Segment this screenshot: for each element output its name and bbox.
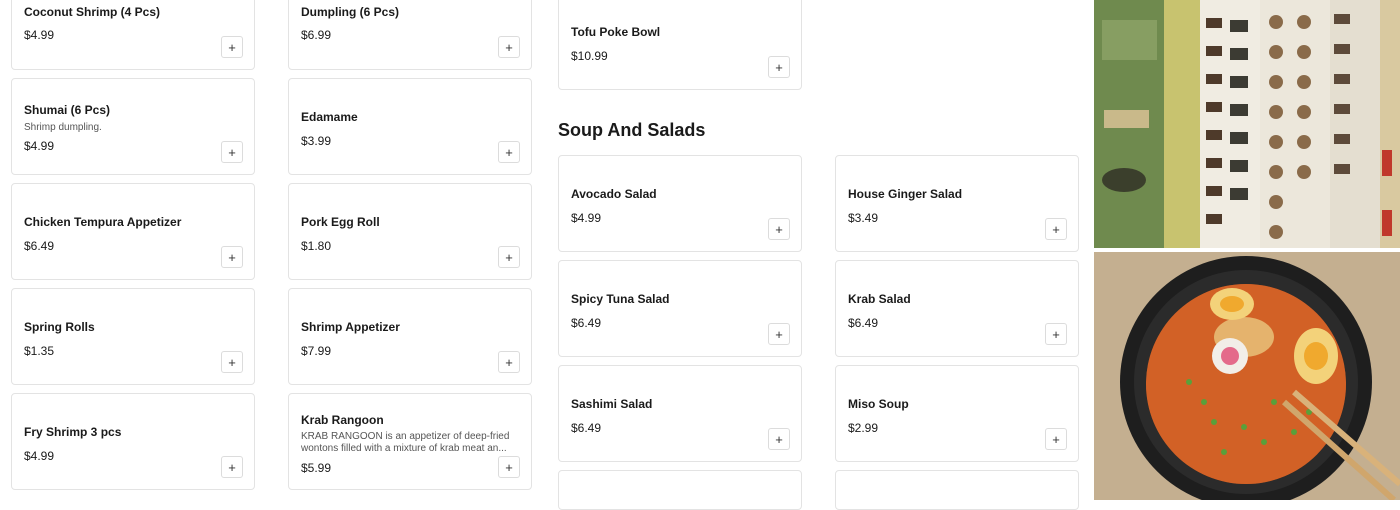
add-item-button[interactable]: + bbox=[498, 351, 520, 373]
item-name: Shumai (6 Pcs) bbox=[24, 103, 111, 117]
item-price: $6.49 bbox=[848, 316, 879, 330]
item-price: $3.99 bbox=[301, 134, 332, 148]
menu-item-shumai[interactable]: Shumai (6 Pcs) Shrimp dumpling. $4.99 + bbox=[11, 78, 255, 175]
item-name: Krab Salad bbox=[848, 292, 911, 306]
menu-item-avocado-salad[interactable]: Avocado Salad $4.99 + bbox=[558, 155, 802, 252]
add-item-button[interactable]: + bbox=[498, 141, 520, 163]
add-item-button[interactable]: + bbox=[221, 36, 243, 58]
menu-item-house-ginger-salad[interactable]: House Ginger Salad $3.49 + bbox=[835, 155, 1079, 252]
menu-item-spring-rolls[interactable]: Spring Rolls $1.35 + bbox=[11, 288, 255, 385]
item-name: Spicy Tuna Salad bbox=[571, 292, 670, 306]
add-item-button[interactable]: + bbox=[498, 246, 520, 268]
add-item-button[interactable]: + bbox=[768, 323, 790, 345]
menu-item-partial[interactable] bbox=[558, 470, 802, 510]
menu-item-spicy-tuna-salad[interactable]: Spicy Tuna Salad $6.49 + bbox=[558, 260, 802, 357]
item-price: $1.35 bbox=[24, 344, 55, 358]
add-item-button[interactable]: + bbox=[1045, 218, 1067, 240]
add-item-button[interactable]: + bbox=[498, 36, 520, 58]
item-description: KRAB RANGOON is an appetizer of deep-fri… bbox=[301, 431, 510, 454]
item-price: $7.99 bbox=[301, 344, 332, 358]
add-item-button[interactable]: + bbox=[221, 351, 243, 373]
item-price: $1.80 bbox=[301, 239, 332, 253]
item-price: $10.99 bbox=[571, 49, 608, 63]
add-item-button[interactable]: + bbox=[221, 456, 243, 478]
item-price: $5.99 bbox=[301, 461, 332, 475]
item-name: Tofu Poke Bowl bbox=[571, 25, 661, 39]
add-item-button[interactable]: + bbox=[768, 428, 790, 450]
item-price: $6.49 bbox=[571, 421, 602, 435]
item-name: Dumpling (6 Pcs) bbox=[301, 5, 400, 19]
menu-item-krab-rangoon[interactable]: Krab Rangoon KRAB RANGOON is an appetize… bbox=[288, 393, 532, 490]
item-name: Fry Shrimp 3 pcs bbox=[24, 425, 122, 439]
item-name: House Ginger Salad bbox=[848, 187, 963, 201]
menu-item-edamame[interactable]: Edamame $3.99 + bbox=[288, 78, 532, 175]
add-item-button[interactable]: + bbox=[1045, 323, 1067, 345]
item-name: Pork Egg Roll bbox=[301, 215, 380, 229]
item-name: Coconut Shrimp (4 Pcs) bbox=[24, 5, 161, 19]
menu-photo-image bbox=[1094, 0, 1400, 248]
menu-item-krab-salad[interactable]: Krab Salad $6.49 + bbox=[835, 260, 1079, 357]
item-price: $6.99 bbox=[301, 28, 332, 42]
item-name: Chicken Tempura Appetizer bbox=[24, 215, 182, 229]
add-item-button[interactable]: + bbox=[1045, 428, 1067, 450]
item-name: Avocado Salad bbox=[571, 187, 657, 201]
add-item-button[interactable]: + bbox=[498, 456, 520, 478]
item-price: $6.49 bbox=[571, 316, 602, 330]
menu-item-coconut-shrimp[interactable]: Coconut Shrimp (4 Pcs) $4.99 + bbox=[11, 0, 255, 70]
menu-item-miso-soup[interactable]: Miso Soup $2.99 + bbox=[835, 365, 1079, 462]
add-item-button[interactable]: + bbox=[768, 218, 790, 240]
item-description: Shrimp dumpling. bbox=[24, 122, 102, 133]
item-name: Miso Soup bbox=[848, 397, 909, 411]
menu-item-fry-shrimp[interactable]: Fry Shrimp 3 pcs $4.99 + bbox=[11, 393, 255, 490]
item-price: $6.49 bbox=[24, 239, 55, 253]
add-item-button[interactable]: + bbox=[221, 246, 243, 268]
menu-item-tofu-poke-bowl[interactable]: Tofu Poke Bowl $10.99 + bbox=[558, 0, 802, 90]
item-name: Spring Rolls bbox=[24, 320, 95, 334]
menu-item-shrimp-appetizer[interactable]: Shrimp Appetizer $7.99 + bbox=[288, 288, 532, 385]
section-title-soup-and-salads: Soup And Salads bbox=[558, 120, 706, 140]
item-name: Shrimp Appetizer bbox=[301, 320, 400, 334]
menu-item-partial[interactable] bbox=[835, 470, 1079, 510]
item-price: $2.99 bbox=[848, 421, 879, 435]
item-price: $3.49 bbox=[848, 211, 879, 225]
ramen-photo-image bbox=[1094, 252, 1400, 500]
menu-item-dumpling[interactable]: Dumpling (6 Pcs) $6.99 + bbox=[288, 0, 532, 70]
item-price: $4.99 bbox=[24, 28, 55, 42]
item-price: $4.99 bbox=[571, 211, 602, 225]
menu-item-sashimi-salad[interactable]: Sashimi Salad $6.49 + bbox=[558, 365, 802, 462]
ramen-photo[interactable] bbox=[1094, 252, 1400, 500]
menu-photo[interactable] bbox=[1094, 0, 1400, 248]
add-item-button[interactable]: + bbox=[768, 56, 790, 78]
item-price: $4.99 bbox=[24, 449, 55, 463]
add-item-button[interactable]: + bbox=[221, 141, 243, 163]
menu-item-pork-egg-roll[interactable]: Pork Egg Roll $1.80 + bbox=[288, 183, 532, 280]
menu-item-chicken-tempura[interactable]: Chicken Tempura Appetizer $6.49 + bbox=[11, 183, 255, 280]
item-name: Sashimi Salad bbox=[571, 397, 653, 411]
item-price: $4.99 bbox=[24, 139, 55, 153]
item-name: Edamame bbox=[301, 110, 358, 124]
item-name: Krab Rangoon bbox=[301, 413, 384, 427]
